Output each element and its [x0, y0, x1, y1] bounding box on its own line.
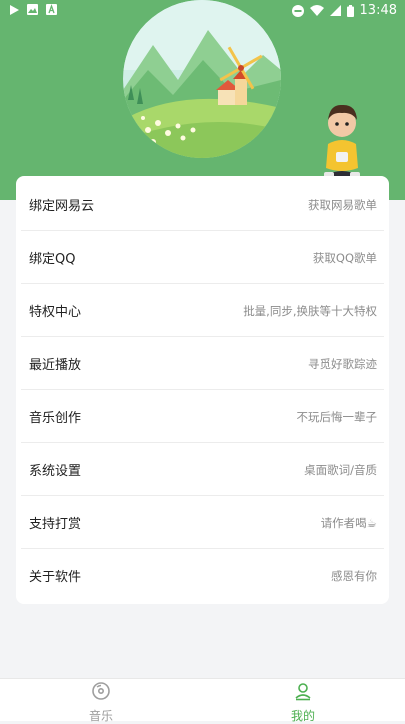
- menu-item-music-creation[interactable]: 音乐创作 不玩后悔一辈子: [16, 390, 389, 443]
- menu-item-title: 绑定QQ: [29, 252, 76, 267]
- bottom-navigation-bar: 音乐 我的: [0, 678, 405, 724]
- menu-item-title: 系统设置: [29, 464, 82, 479]
- nav-tab-label: 我的: [290, 709, 315, 723]
- menu-item-title: 关于软件: [29, 570, 82, 585]
- menu-item-desc: 获取网易歌单: [308, 197, 377, 212]
- menu-item-about[interactable]: 关于软件 感恩有你: [16, 549, 389, 602]
- menu-item-privilege-center[interactable]: 特权中心 批量,同步,换肤等十大特权: [16, 284, 389, 337]
- menu-item-recent-play[interactable]: 最近播放 寻觅好歌踪迹: [16, 337, 389, 390]
- menu-item-support-donate[interactable]: 支持打赏 请作者喝☕: [16, 496, 389, 549]
- menu-item-bind-netease[interactable]: 绑定网易云 获取网易歌单: [16, 178, 389, 231]
- menu-item-desc: 请作者喝☕: [320, 515, 377, 530]
- signal-icon: [329, 5, 341, 16]
- play-icon: [10, 4, 19, 15]
- menu-item-desc: 感恩有你: [331, 568, 377, 583]
- menu-item-system-settings[interactable]: 系统设置 桌面歌词/音质: [16, 443, 389, 496]
- cartoon-character-illustration: [312, 96, 372, 188]
- menu-item-title: 特权中心: [29, 305, 82, 320]
- menu-item-title: 支持打赏: [29, 517, 82, 532]
- image-icon: [27, 4, 38, 15]
- settings-menu-card: 绑定网易云 获取网易歌单 绑定QQ 获取QQ歌单 特权中心 批量,同步,换肤等十…: [16, 176, 389, 604]
- battery-icon: [346, 4, 354, 17]
- do-not-disturb-icon: [291, 4, 304, 17]
- nav-tab-label: 音乐: [88, 709, 113, 723]
- user-icon: [293, 681, 313, 705]
- profile-avatar-illustration[interactable]: [123, 0, 281, 158]
- menu-item-bind-qq[interactable]: 绑定QQ 获取QQ歌单: [16, 231, 389, 284]
- wifi-icon: [309, 5, 324, 16]
- menu-item-title: 绑定网易云: [29, 199, 95, 214]
- menu-item-desc: 桌面歌词/音质: [304, 462, 377, 477]
- menu-item-desc: 获取QQ歌单: [312, 250, 377, 265]
- nav-tab-mine[interactable]: 我的: [273, 681, 333, 724]
- clock-time: 13:48: [359, 3, 397, 18]
- menu-item-desc: 寻觅好歌踪迹: [308, 356, 377, 371]
- menu-item-title: 音乐创作: [29, 411, 82, 426]
- font-icon: [46, 4, 57, 15]
- music-disc-icon: [91, 681, 111, 705]
- menu-item-desc: 不玩后悔一辈子: [296, 409, 378, 424]
- header-banner: 13:48: [0, 0, 405, 200]
- menu-item-desc: 批量,同步,换肤等十大特权: [243, 303, 377, 318]
- nav-tab-music[interactable]: 音乐: [71, 681, 131, 724]
- menu-item-title: 最近播放: [29, 358, 82, 373]
